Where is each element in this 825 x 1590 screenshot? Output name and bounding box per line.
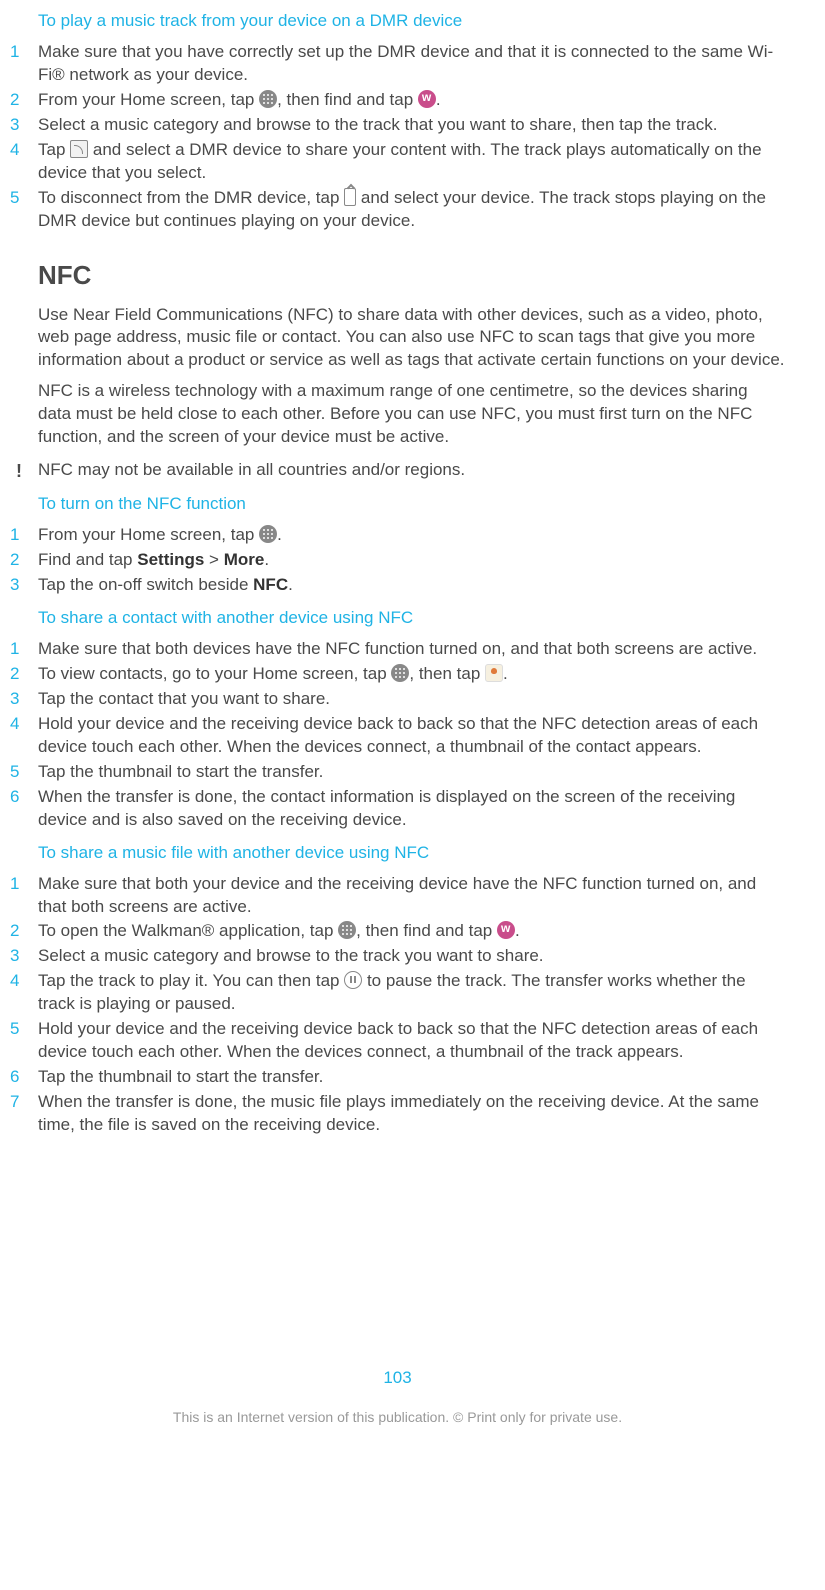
step-item: Tap the on-off switch beside NFC. (10, 574, 785, 597)
apps-icon (259, 525, 277, 543)
heading-nfc: NFC (38, 258, 785, 293)
step-item: Make sure that you have correctly set up… (10, 41, 785, 87)
step-item: To view contacts, go to your Home screen… (10, 663, 785, 686)
step-item: Tap the thumbnail to start the transfer. (10, 761, 785, 784)
note: ! NFC may not be available in all countr… (10, 459, 785, 483)
step-item: When the transfer is done, the contact i… (10, 786, 785, 832)
step-item: Find and tap Settings > More. (10, 549, 785, 572)
cast-icon (70, 140, 88, 158)
step-item: Tap the track to play it. You can then t… (10, 970, 785, 1016)
steps-list: Make sure that both your device and the … (10, 873, 785, 1137)
walkman-icon (418, 90, 436, 108)
walkman-icon (497, 921, 515, 939)
step-item: Hold your device and the receiving devic… (10, 1018, 785, 1064)
step-item: Make sure that both devices have the NFC… (10, 638, 785, 661)
step-item: Select a music category and browse to th… (10, 114, 785, 137)
steps-list: From your Home screen, tap .Find and tap… (10, 524, 785, 597)
page-number: 103 (10, 1367, 785, 1390)
section-title: To play a music track from your device o… (38, 10, 785, 33)
pause-icon (344, 971, 362, 989)
contacts-icon (485, 664, 503, 682)
device-icon (344, 188, 356, 206)
step-item: Tap the contact that you want to share. (10, 688, 785, 711)
section-title: To share a contact with another device u… (38, 607, 785, 630)
step-item: To disconnect from the DMR device, tap a… (10, 187, 785, 233)
step-item: Make sure that both your device and the … (10, 873, 785, 919)
document-page: To play a music track from your device o… (0, 10, 805, 1427)
step-item: From your Home screen, tap . (10, 524, 785, 547)
steps-list: Make sure that you have correctly set up… (10, 41, 785, 233)
apps-icon (391, 664, 409, 682)
step-item: Tap and select a DMR device to share you… (10, 139, 785, 185)
step-item: Tap the thumbnail to start the transfer. (10, 1066, 785, 1089)
step-item: When the transfer is done, the music fil… (10, 1091, 785, 1137)
note-text: NFC may not be available in all countrie… (38, 459, 785, 482)
warning-icon: ! (10, 459, 38, 483)
section-title: To turn on the NFC function (38, 493, 785, 516)
step-item: Hold your device and the receiving devic… (10, 713, 785, 759)
footer-note: This is an Internet version of this publ… (10, 1408, 785, 1427)
steps-list: Make sure that both devices have the NFC… (10, 638, 785, 832)
apps-icon (338, 921, 356, 939)
step-item: To open the Walkman® application, tap , … (10, 920, 785, 943)
apps-icon (259, 90, 277, 108)
section-title: To share a music file with another devic… (38, 842, 785, 865)
paragraph: NFC is a wireless technology with a maxi… (38, 380, 785, 449)
paragraph: Use Near Field Communications (NFC) to s… (38, 304, 785, 373)
step-item: Select a music category and browse to th… (10, 945, 785, 968)
step-item: From your Home screen, tap , then find a… (10, 89, 785, 112)
